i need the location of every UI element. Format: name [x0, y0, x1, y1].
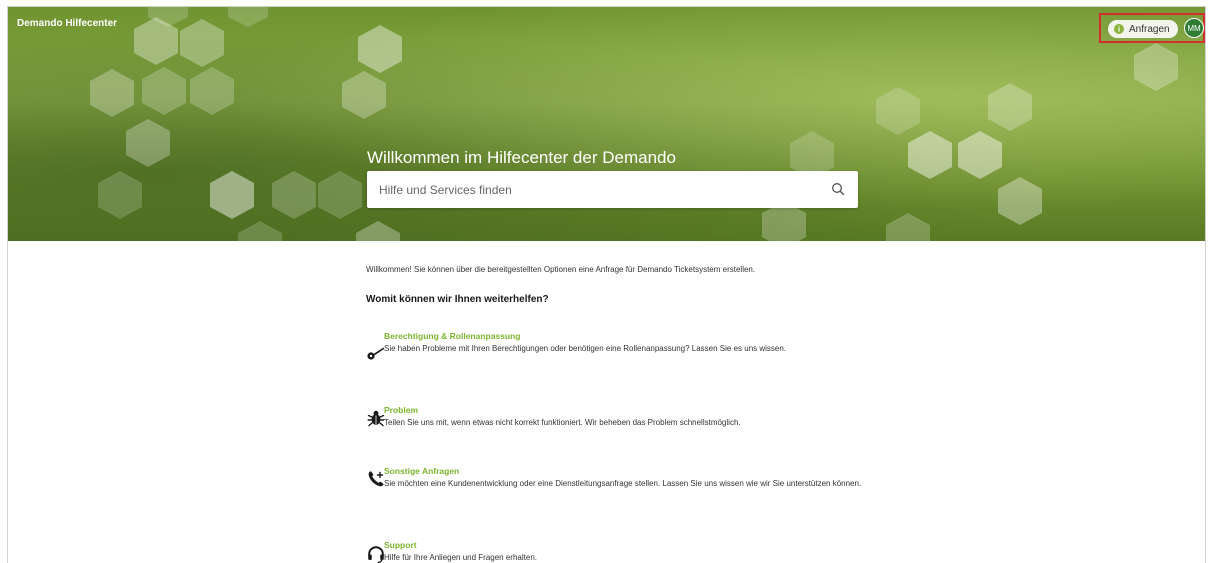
hexagon	[988, 83, 1032, 131]
hexagon	[358, 25, 402, 73]
hexagon	[142, 67, 186, 115]
requests-button[interactable]: Anfragen	[1108, 20, 1178, 38]
help-center-page: Demando Hilfecenter Anfragen MM Willkomm…	[7, 6, 1206, 563]
requests-label: Anfragen	[1129, 23, 1170, 35]
service-item-title[interactable]: Berechtigung & Rollenanpassung	[384, 331, 521, 341]
hexagon	[228, 7, 268, 27]
hexagon	[98, 171, 142, 219]
hexagon	[190, 67, 234, 115]
hexagon	[272, 171, 316, 219]
service-item-title[interactable]: Problem	[384, 405, 418, 415]
info-icon	[1114, 24, 1124, 34]
bug-icon	[367, 410, 385, 427]
user-avatar[interactable]: MM	[1184, 18, 1204, 38]
search-input[interactable]	[367, 171, 819, 208]
service-item-title[interactable]: Support	[384, 540, 417, 550]
hexagon	[886, 213, 930, 241]
hexagon	[90, 69, 134, 117]
hexagon	[1134, 43, 1178, 91]
search-box	[367, 171, 858, 208]
service-item-description: Sie möchten eine Kundenentwicklung oder …	[384, 479, 862, 488]
hexagon	[958, 131, 1002, 179]
hexagon	[126, 119, 170, 167]
hexagon	[998, 177, 1042, 225]
hexagon	[210, 171, 254, 219]
top-actions-highlight: Anfragen MM	[1099, 13, 1205, 43]
service-item-description: Hilfe für Ihre Anliegen und Fragen erhal…	[384, 553, 537, 562]
intro-text: Willkommen! Sie können über die bereitge…	[366, 265, 756, 274]
service-item-title[interactable]: Sonstige Anfragen	[384, 466, 459, 476]
page-title: Willkommen im Hilfecenter der Demando	[367, 148, 676, 167]
hexagon	[356, 221, 400, 241]
key-icon	[367, 347, 385, 360]
headset-icon	[368, 546, 384, 563]
section-title: Womit können wir Ihnen weiterhelfen?	[366, 294, 549, 305]
brand-title[interactable]: Demando Hilfecenter	[17, 18, 117, 29]
service-item-description: Teilen Sie uns mit, wenn etwas nicht kor…	[384, 418, 741, 427]
hexagon	[238, 221, 282, 241]
hexagon	[876, 87, 920, 135]
hero-banner: Demando Hilfecenter Anfragen MM Willkomm…	[8, 7, 1205, 241]
phone-plus-icon	[368, 471, 384, 487]
service-item-description: Sie haben Probleme mit Ihren Berechtigun…	[384, 344, 787, 353]
hexagon	[908, 131, 952, 179]
hexagon	[318, 171, 362, 219]
search-icon[interactable]	[831, 182, 845, 196]
hexagon	[342, 71, 386, 119]
hexagon	[180, 19, 224, 67]
